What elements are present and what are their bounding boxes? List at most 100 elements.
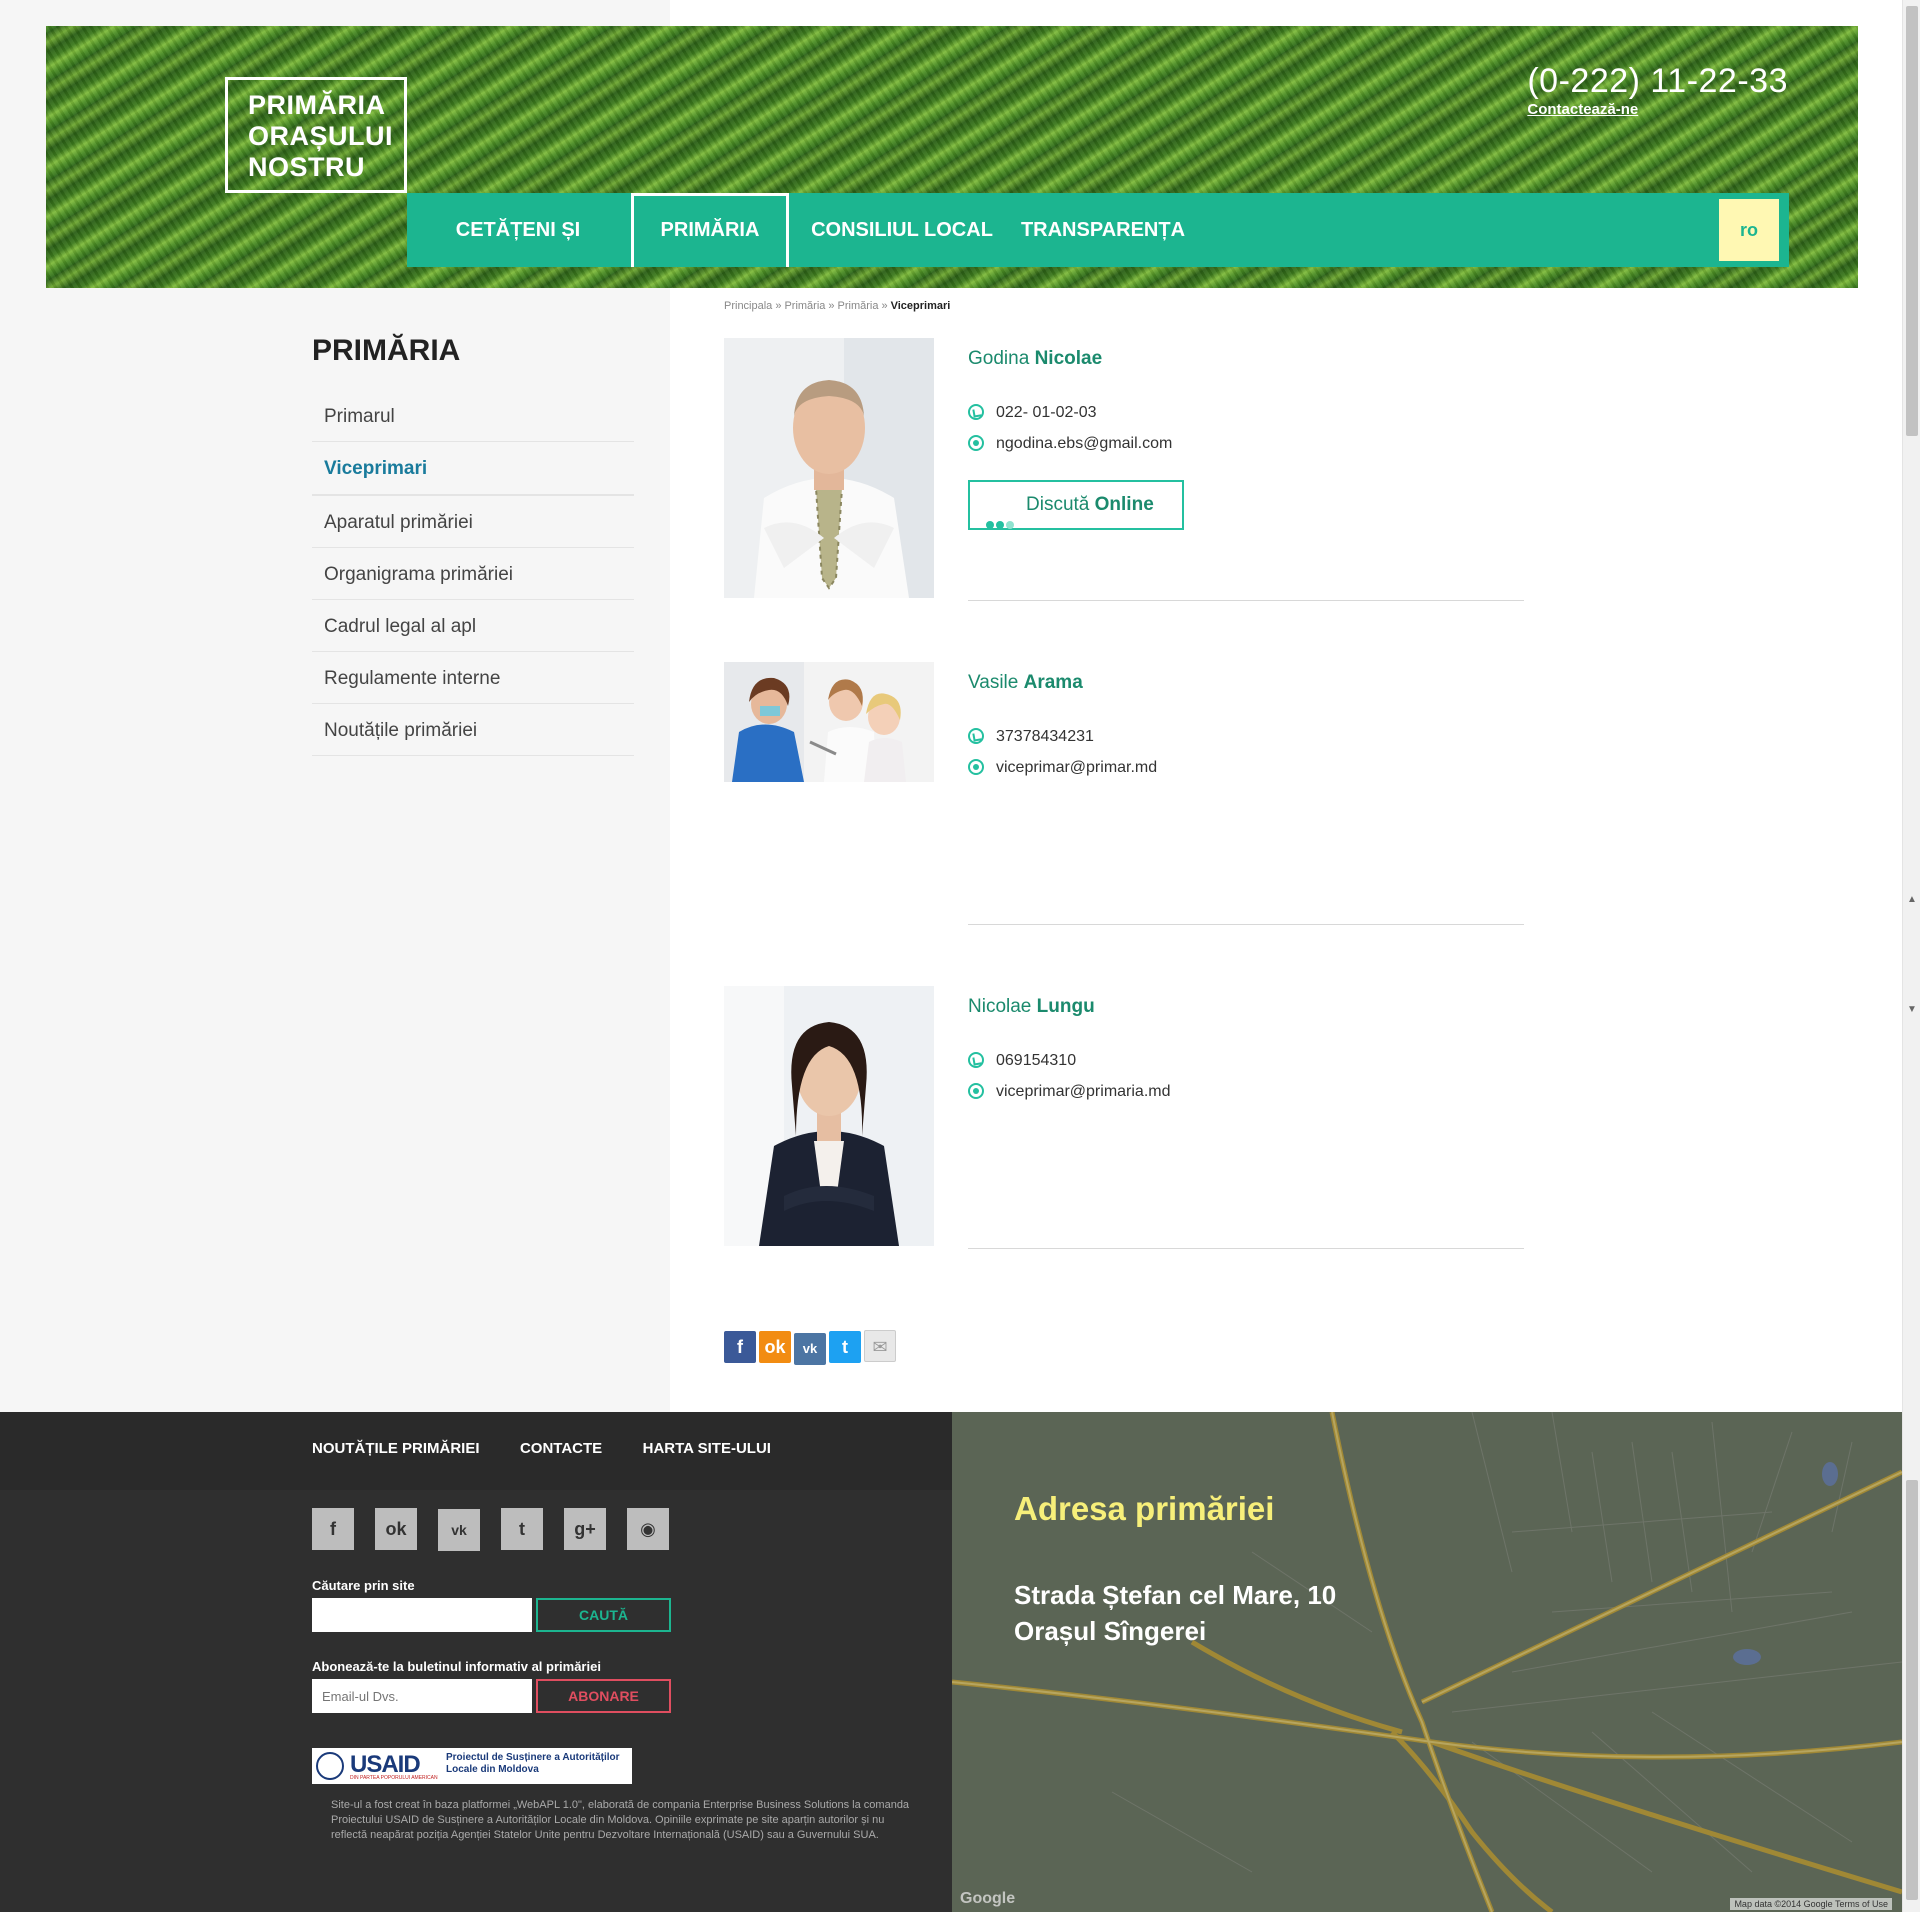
sidebar-item-organigrama[interactable]: Organigrama primăriei (312, 548, 634, 600)
page-scrollbar[interactable]: ▲ ▼ (1902, 0, 1920, 1912)
person-email[interactable]: viceprimar@primaria.md (968, 1082, 1171, 1101)
twitter-icon[interactable]: t (829, 1331, 861, 1363)
rss-icon[interactable]: ◉ (627, 1508, 669, 1550)
person-last-name: Arama (1023, 672, 1083, 693)
sidebar-menu: Primarul Viceprimari Aparatul primăriei … (312, 390, 634, 756)
usaid-project: Proiectul de Susținere a Autorităților L… (446, 1752, 620, 1775)
sidebar-item-viceprimari[interactable]: Viceprimari (312, 442, 634, 496)
map-attribution[interactable]: Map data ©2014 Google Terms of Use (1730, 1898, 1892, 1910)
nav-item-consiliul-local[interactable]: CONSILIUL LOCAL (791, 193, 1013, 267)
person-phone: 022- 01-02-03 (968, 403, 1097, 422)
map-address-line-1: Strada Ștefan cel Mare, 10 (1014, 1580, 1337, 1610)
scroll-down-icon[interactable]: ▼ (1907, 1004, 1917, 1015)
person-email-value[interactable]: viceprimar@primar.md (996, 759, 1157, 776)
person-phone-value: 069154310 (996, 1052, 1077, 1069)
usaid-tagline: DIN PARTEA POPORULUI AMERICAN (350, 1775, 438, 1781)
person-first-name: Godina (968, 348, 1030, 369)
person-name: Godina Nicolae (968, 348, 1102, 370)
map-title: Adresa primăriei (1014, 1490, 1275, 1527)
footer-disclaimer: Site-ul a fost creat în baza platformei … (331, 1799, 910, 1841)
person-email[interactable]: viceprimar@primar.md (968, 758, 1157, 777)
person-first-name: Nicolae (968, 996, 1032, 1017)
address-map[interactable]: Adresa primăriei Strada Ștefan cel Mare,… (952, 1412, 1902, 1912)
email-field[interactable] (312, 1679, 532, 1713)
person-name: Vasile Arama (968, 672, 1083, 694)
footer-nav-harta[interactable]: HARTA SITE-ULUI (643, 1440, 771, 1457)
footer-nav-contacte[interactable]: CONTACTE (520, 1440, 602, 1457)
map-address-line-2: Orașul Sîngerei (1014, 1616, 1207, 1646)
sidebar-item-noutatile[interactable]: Noutățile primăriei (312, 704, 634, 756)
sidebar-item-cadrul-legal[interactable]: Cadrul legal al apl (312, 600, 634, 652)
person-divider (968, 600, 1524, 601)
site-logo[interactable]: PRIMĂRIA ORAȘULUI NOSTRU (225, 77, 407, 193)
person-email-value[interactable]: ngodina.ebs@gmail.com (996, 435, 1172, 452)
breadcrumb-link[interactable]: Primăria (784, 300, 825, 312)
logo-line-2: ORAȘULUI (248, 121, 393, 151)
person-name: Nicolae Lungu (968, 996, 1095, 1018)
sidebar-title: PRIMĂRIA (312, 334, 461, 367)
vk-icon[interactable]: vk (794, 1333, 826, 1365)
person-email-value[interactable]: viceprimar@primaria.md (996, 1083, 1171, 1100)
email-icon (968, 1082, 984, 1099)
footer-social: f ok vk t g+ ◉ (312, 1508, 690, 1551)
header-phone: (0-222) 11-22-33 (1527, 62, 1788, 100)
main-nav: CETĂȚENI ȘI BUSINESS PRIMĂRIA CONSILIUL … (407, 193, 1789, 267)
odnoklassniki-icon[interactable]: ok (375, 1508, 417, 1550)
email-icon (968, 434, 984, 451)
phone-icon (968, 1051, 984, 1068)
person-email[interactable]: ngodina.ebs@gmail.com (968, 434, 1172, 453)
email-icon[interactable]: ✉ (864, 1330, 896, 1362)
chat-online-button[interactable]: Discută Online (968, 480, 1184, 530)
chat-dots-icon (986, 501, 1016, 547)
vk-icon[interactable]: vk (438, 1509, 480, 1551)
sidebar-item-regulamente[interactable]: Regulamente interne (312, 652, 634, 704)
sidebar-item-primarul[interactable]: Primarul (312, 390, 634, 442)
facebook-icon[interactable]: f (724, 1331, 756, 1363)
google-plus-icon[interactable]: g+ (564, 1508, 606, 1550)
usaid-seal-icon (316, 1752, 344, 1780)
person-first-name: Vasile (968, 672, 1019, 693)
search-button[interactable]: CAUTĂ (536, 1598, 671, 1632)
logo-line-1: PRIMĂRIA (248, 90, 386, 120)
sidebar-item-aparatul[interactable]: Aparatul primăriei (312, 496, 634, 548)
scroll-up-icon[interactable]: ▲ (1907, 894, 1917, 905)
breadcrumb-current: Viceprimari (890, 300, 951, 312)
scrollbar-thumb[interactable] (1906, 6, 1918, 436)
breadcrumb-separator: » (775, 300, 782, 312)
nav-item-transparenta[interactable]: TRANSPARENȚA (1013, 193, 1193, 267)
usaid-logo[interactable]: USAID DIN PARTEA POPORULUI AMERICAN Proi… (312, 1748, 632, 1784)
person-phone-value: 022- 01-02-03 (996, 404, 1097, 421)
map-graphic (952, 1412, 1902, 1912)
nav-item-cetateni[interactable]: CETĂȚENI ȘI BUSINESS (407, 193, 629, 267)
twitter-icon[interactable]: t (501, 1508, 543, 1550)
person-last-name: Lungu (1036, 996, 1095, 1017)
contact-link[interactable]: Contactează-ne (1527, 101, 1788, 118)
person-card: Vasile Arama 37378434231 viceprimar@prim… (724, 662, 1524, 932)
subscribe-button[interactable]: ABONARE (536, 1679, 671, 1713)
share-bar: f ok vk t ✉ (724, 1330, 899, 1365)
logo-line-3: NOSTRU (248, 152, 365, 182)
site-header: PRIMĂRIA ORAȘULUI NOSTRU (0-222) 11-22-3… (46, 26, 1858, 288)
language-switch[interactable]: ro (1719, 199, 1779, 261)
person-photo (724, 338, 934, 598)
phone-icon (968, 403, 984, 420)
email-icon (968, 758, 984, 775)
person-card: Nicolae Lungu 069154310 viceprimar@prima… (724, 986, 1524, 1256)
person-divider (968, 1248, 1524, 1249)
person-last-name: Nicolae (1034, 348, 1103, 369)
breadcrumb-link[interactable]: Principala (724, 300, 772, 312)
person-phone: 069154310 (968, 1051, 1077, 1070)
phone-icon (968, 727, 984, 744)
footer-nav-noutatile[interactable]: NOUTĂȚILE PRIMĂRIEI (312, 1440, 480, 1457)
breadcrumb-link[interactable]: Primăria (838, 300, 879, 312)
person-photo (724, 662, 934, 782)
nav-item-primaria[interactable]: PRIMĂRIA (631, 193, 789, 267)
header-contact: (0-222) 11-22-33 Contactează-ne (1527, 62, 1788, 118)
person-photo (724, 986, 934, 1246)
scrollbar-thumb[interactable] (1906, 1480, 1918, 1900)
person-divider (968, 924, 1524, 925)
facebook-icon[interactable]: f (312, 1508, 354, 1550)
search-input[interactable] (312, 1598, 532, 1632)
odnoklassniki-icon[interactable]: ok (759, 1331, 791, 1363)
footer-nav: NOUTĂȚILE PRIMĂRIEI CONTACTE HARTA SITE-… (312, 1440, 807, 1458)
